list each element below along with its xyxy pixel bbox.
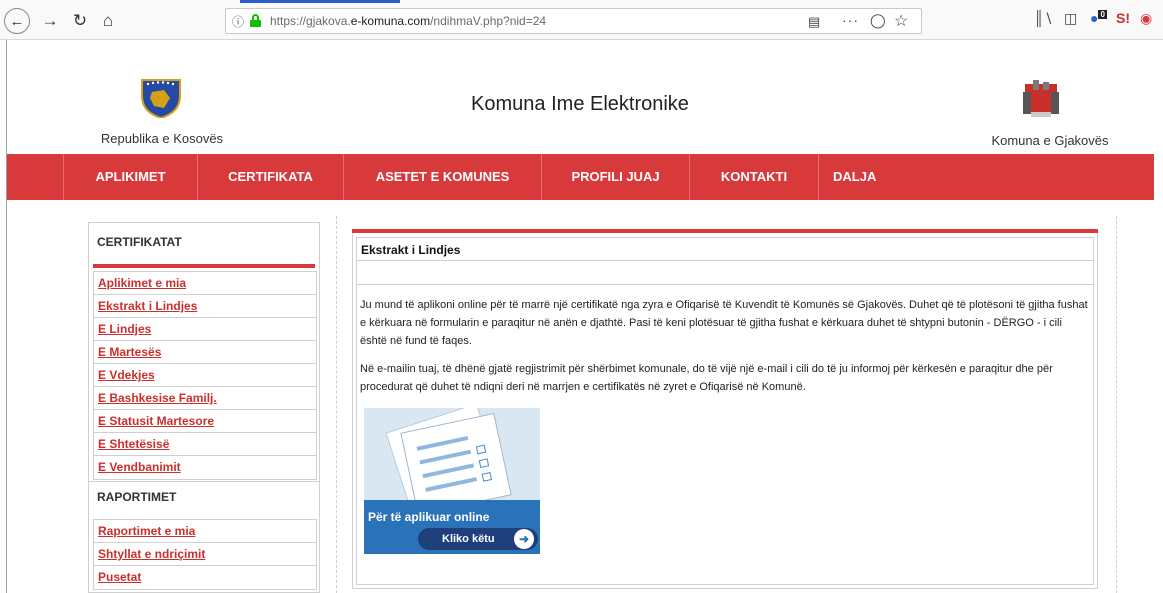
pocket-icon[interactable]: ◯ [870, 12, 886, 29]
back-icon[interactable]: ← [4, 8, 30, 34]
sidebar-link-e-statusit-martesore[interactable]: E Statusit Martesore [94, 410, 316, 433]
nav-dalja[interactable]: DALJA [819, 154, 919, 200]
kosovo-emblem-icon [141, 79, 181, 118]
main-nav: APLIKIMET CERTIFIKATA ASETET E KOMUNES P… [7, 154, 1154, 200]
content-title: Ekstrakt i Lindjes [356, 237, 1094, 261]
nav-certifikata[interactable]: CERTIFIKATA [197, 154, 343, 200]
shield-icon[interactable]: ◉ [1140, 10, 1152, 27]
more-icon[interactable]: ··· [842, 12, 859, 28]
sidebar-certifikatat-list: Aplikimet e mia Ekstrakt i Lindjes E Lin… [93, 271, 317, 480]
reader-icon[interactable]: ▤ [808, 14, 820, 30]
apply-online-banner[interactable]: Për të aplikuar online Kliko këtu ➜ [364, 408, 540, 554]
arrow-right-icon[interactable]: ➜ [514, 529, 534, 549]
sidebar-section-certifikatat: CERTIFIKATAT [97, 235, 182, 249]
nav-profili-juaj[interactable]: PROFILI JUAJ [541, 154, 689, 200]
sidebar-link-e-shtetësisë[interactable]: E Shtetësisë [94, 433, 316, 456]
content-paragraph-1: Ju mund të aplikoni online për të marrë … [360, 299, 1088, 347]
forward-icon[interactable]: → [38, 9, 62, 33]
sidebar-section-raportimet: RAPORTIMET [89, 481, 319, 512]
sidebar-icon[interactable]: ◫ [1064, 10, 1077, 27]
republic-label: Republika e Kosovës [100, 131, 224, 146]
municipality-label: Komuna e Gjakovës [991, 133, 1109, 148]
sidebar-red-divider [93, 264, 315, 268]
info-icon[interactable]: ⓘ [232, 13, 244, 30]
sidebar-raportimet-list: Raportimet e mia Shtyllat e ndriçimit Pu… [93, 519, 317, 590]
content-red-divider [352, 229, 1098, 233]
reload-icon[interactable]: ↻ [68, 9, 92, 33]
sidebar-link-e-vendbanimit[interactable]: E Vendbanimit [94, 456, 316, 479]
sidebar-link-e-bashkesise-familj[interactable]: E Bashkesise Familj. [94, 387, 316, 410]
sidebar: CERTIFIKATAT Aplikimet e mia Ekstrakt i … [88, 222, 320, 593]
extension-s-icon[interactable]: S! [1116, 10, 1130, 26]
url-text[interactable]: https://gjakova.e-komuna.com/ndihmaV.php… [270, 14, 546, 28]
sidebar-link-shtyllat-e-ndriçimit[interactable]: Shtyllat e ndriçimit [94, 543, 316, 566]
active-tab-indicator [240, 0, 400, 3]
url-bar[interactable]: ⓘ https://gjakova.e-komuna.com/ndihmaV.p… [225, 8, 922, 34]
sidebar-link-e-martesës[interactable]: E Martesës [94, 341, 316, 364]
notification-icon[interactable]: ● 0 [1090, 10, 1107, 26]
nav-aplikimet[interactable]: APLIKIMET [63, 154, 197, 200]
sidebar-link-aplikimet-e-mia[interactable]: Aplikimet e mia [94, 272, 316, 295]
sidebar-link-ekstrakt-i-lindjes[interactable]: Ekstrakt i Lindjes [94, 295, 316, 318]
site-title: Komuna Ime Elektronike [471, 93, 689, 115]
sidebar-link-e-vdekjes[interactable]: E Vdekjes [94, 364, 316, 387]
library-icon[interactable]: ║∖ [1034, 10, 1053, 27]
content-spacer-row [356, 261, 1094, 285]
sidebar-link-e-lindjes[interactable]: E Lindjes [94, 318, 316, 341]
content-paragraph-2: Në e-mailin tuaj, të dhënë gjatë regjist… [360, 363, 1053, 393]
gjakova-emblem-icon [1023, 80, 1059, 117]
browser-toolbar: ← → ↻ ⌂ ⓘ https://gjakova.e-komuna.com/n… [0, 0, 1163, 40]
sidebar-link-pusetat[interactable]: Pusetat [94, 566, 316, 589]
home-icon[interactable]: ⌂ [96, 9, 120, 33]
nav-asetet-e-komunes[interactable]: ASETET E KOMUNES [343, 154, 541, 200]
nav-kontakti[interactable]: KONTAKTI [689, 154, 819, 200]
lock-icon[interactable] [250, 14, 261, 27]
sidebar-link-raportimet-e-mia[interactable]: Raportimet e mia [94, 520, 316, 543]
banner-text: Për të aplikuar online [368, 510, 490, 524]
bookmark-star-icon[interactable]: ☆ [894, 11, 908, 31]
